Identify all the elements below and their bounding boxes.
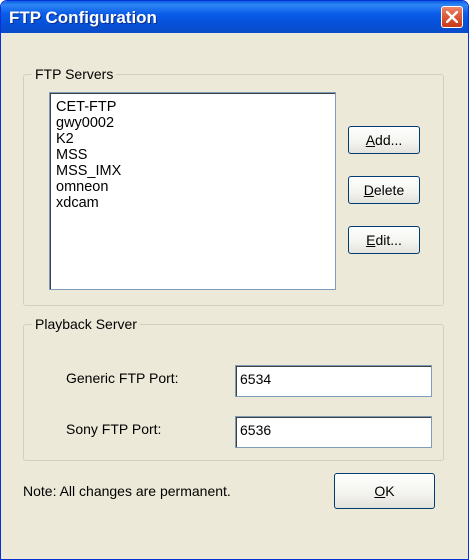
ok-button[interactable]: OK bbox=[334, 473, 435, 509]
edit-button[interactable]: Edit... bbox=[348, 226, 420, 254]
playback-server-group-label: Playback Server bbox=[32, 316, 140, 332]
ftp-server-list-item[interactable]: K2 bbox=[51, 131, 121, 147]
close-button[interactable] bbox=[441, 6, 463, 28]
window-title: FTP Configuration bbox=[9, 8, 157, 27]
ftp-server-list-item[interactable]: xdcam bbox=[51, 195, 121, 211]
generic-ftp-port-label: Generic FTP Port: bbox=[66, 370, 179, 386]
generic-ftp-port-input[interactable]: 6534 bbox=[235, 365, 432, 397]
sony-ftp-port-label: Sony FTP Port: bbox=[66, 421, 162, 437]
ok-button-mnemonic: O bbox=[374, 483, 386, 499]
ok-button-label: K bbox=[385, 483, 395, 499]
ftp-server-list-item[interactable]: CET-FTP bbox=[51, 99, 121, 115]
ftp-server-list-item[interactable]: MSS bbox=[51, 147, 121, 163]
delete-button-label: elete bbox=[373, 182, 405, 198]
edit-button-label: dit... bbox=[375, 232, 402, 248]
add-button-label: dd... bbox=[375, 132, 403, 148]
ftp-servers-group-label: FTP Servers bbox=[32, 66, 117, 82]
add-button-mnemonic: A bbox=[365, 132, 376, 148]
delete-button[interactable]: Delete bbox=[348, 176, 420, 204]
permanent-changes-note: Note: All changes are permanent. bbox=[23, 483, 231, 499]
ftp-server-list-item[interactable]: gwy0002 bbox=[51, 115, 121, 131]
ftp-servers-list[interactable]: CET-FTP gwy0002 K2 MSS MSS_IMX omneon xdcam bbox=[49, 92, 336, 290]
sony-ftp-port-input[interactable]: 6536 bbox=[235, 416, 432, 448]
ftp-configuration-dialog: FTP Configuration FTP Servers CET-FTP gwy… bbox=[0, 0, 469, 560]
ftp-server-list-item[interactable]: omneon bbox=[51, 179, 121, 195]
ftp-server-list-item[interactable]: MSS_IMX bbox=[51, 163, 121, 179]
title-bar[interactable]: FTP Configuration bbox=[1, 1, 468, 33]
delete-button-mnemonic: D bbox=[363, 182, 374, 198]
add-button[interactable]: Add... bbox=[348, 126, 420, 154]
close-icon bbox=[446, 11, 458, 23]
